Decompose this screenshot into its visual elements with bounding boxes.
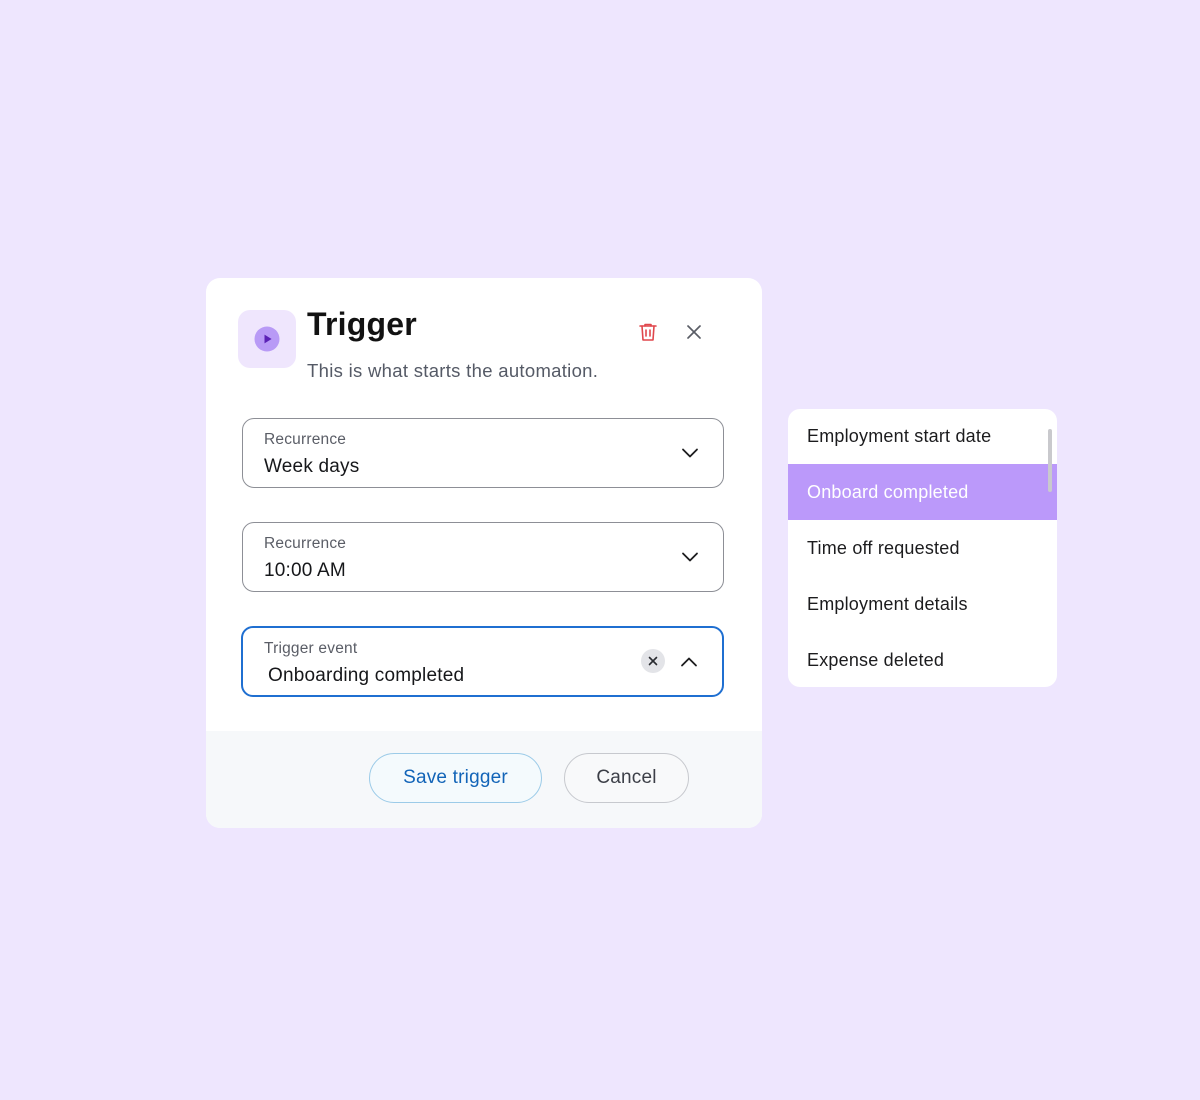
dropdown-option[interactable]: Employment start date — [788, 409, 1057, 464]
dialog-footer: Save trigger Cancel — [206, 731, 762, 828]
trigger-dialog: Trigger This is what starts the automati… — [206, 278, 762, 828]
trigger-event-select[interactable]: Trigger event Onboarding completed — [241, 626, 724, 697]
dropdown-option[interactable]: Expense deleted — [788, 632, 1057, 687]
cancel-button[interactable]: Cancel — [564, 753, 689, 803]
trigger-icon-tile — [238, 310, 296, 368]
clear-button[interactable] — [641, 649, 665, 673]
clear-icon — [648, 656, 658, 666]
trigger-event-value: Onboarding completed — [268, 665, 465, 686]
dropdown-option[interactable]: Employment details — [788, 576, 1057, 632]
recurrence-time-select[interactable]: Recurrence 10:00 AM — [242, 522, 724, 592]
trigger-event-dropdown: Employment start date Onboard completed … — [788, 409, 1057, 687]
close-icon[interactable] — [683, 321, 705, 343]
save-trigger-button[interactable]: Save trigger — [369, 753, 542, 803]
dropdown-option[interactable]: Time off requested — [788, 520, 1057, 576]
chevron-up-icon[interactable] — [680, 655, 698, 669]
dialog-title: Trigger — [307, 306, 417, 342]
trash-icon[interactable] — [636, 320, 660, 344]
recurrence-time-value: 10:00 AM — [264, 560, 346, 581]
play-icon — [254, 326, 280, 352]
dialog-subtitle: This is what starts the automation. — [307, 360, 599, 381]
trigger-event-label: Trigger event — [264, 640, 358, 657]
recurrence-days-label: Recurrence — [264, 431, 347, 448]
recurrence-days-select[interactable]: Recurrence Week days — [242, 418, 724, 488]
recurrence-days-value: Week days — [264, 456, 360, 477]
recurrence-time-label: Recurrence — [264, 535, 347, 552]
chevron-down-icon[interactable] — [681, 446, 699, 460]
chevron-down-icon[interactable] — [681, 550, 699, 564]
dropdown-option-selected[interactable]: Onboard completed — [788, 464, 1057, 520]
dropdown-scrollbar[interactable] — [1048, 429, 1052, 492]
